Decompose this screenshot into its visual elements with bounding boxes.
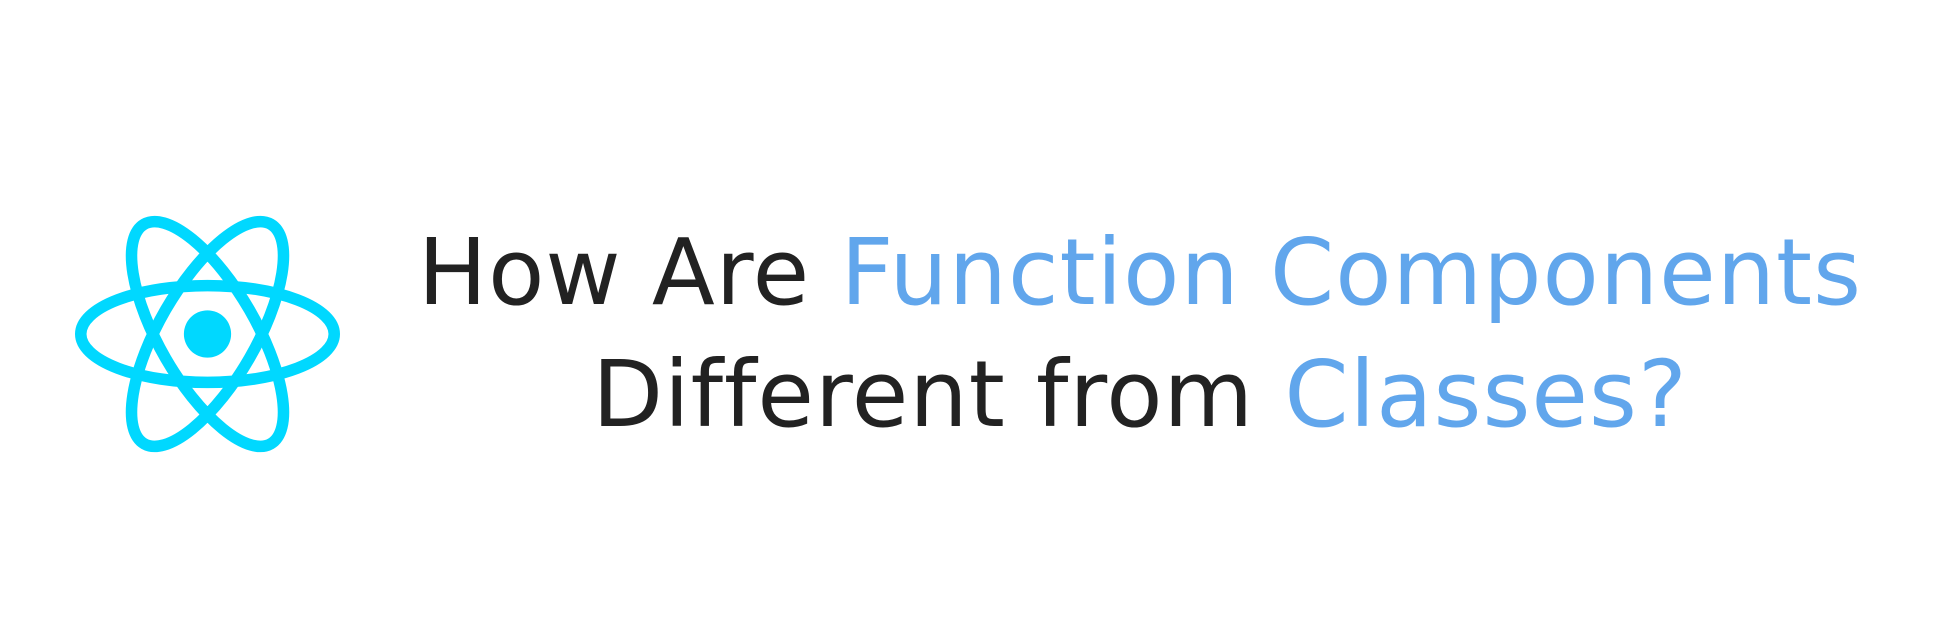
title-line-1-plain: How Are: [417, 219, 841, 326]
title-line-2: Different from Classes?: [400, 334, 1880, 456]
hero-banner: How Are Function Components Different fr…: [0, 0, 1938, 618]
title-line-1-accent: Function Components: [840, 219, 1863, 326]
title-line-2-plain: Different from: [592, 341, 1285, 448]
title-line-2-accent: Classes?: [1284, 341, 1688, 448]
page-title: How Are Function Components Different fr…: [400, 212, 1880, 456]
react-logo-icon: [75, 215, 340, 453]
title-line-1: How Are Function Components: [400, 212, 1880, 334]
